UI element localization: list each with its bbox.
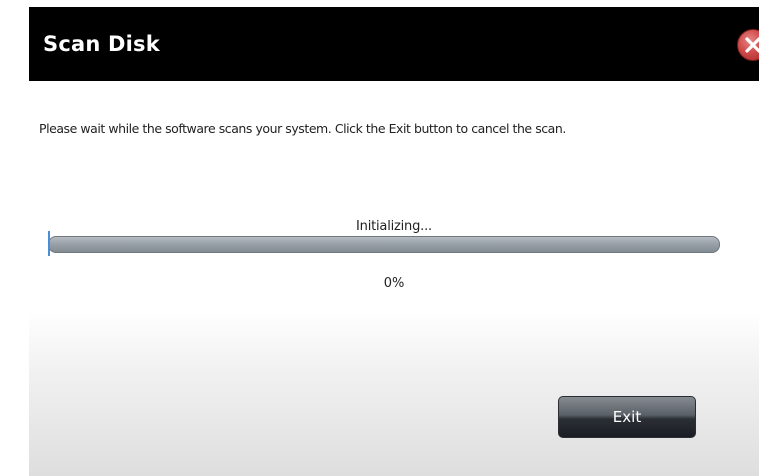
dialog-body: Please wait while the software scans you… bbox=[29, 81, 759, 476]
instruction-text: Please wait while the software scans you… bbox=[39, 121, 566, 136]
dialog-titlebar: Scan Disk bbox=[29, 7, 759, 81]
close-x-icon bbox=[745, 37, 759, 53]
progress-percent-label: 0% bbox=[383, 276, 405, 291]
dialog-title: Scan Disk bbox=[43, 32, 160, 56]
scan-status-label: Initializing... bbox=[356, 219, 432, 234]
progress-indicator bbox=[48, 231, 50, 256]
screen: Scan Disk Please wait while the software… bbox=[0, 0, 759, 476]
scan-disk-dialog: Scan Disk Please wait while the software… bbox=[29, 7, 759, 476]
progress-bar bbox=[48, 236, 720, 253]
exit-button[interactable]: Exit bbox=[558, 396, 696, 438]
close-button[interactable] bbox=[737, 29, 759, 61]
